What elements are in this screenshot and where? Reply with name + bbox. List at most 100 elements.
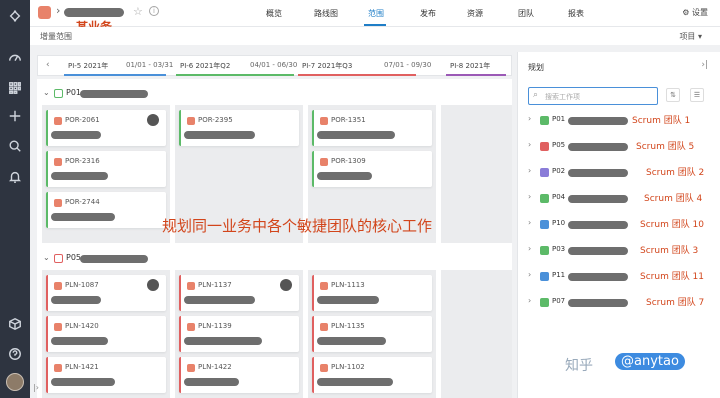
board-annotation: 规划同一业务中各个敏捷团队的核心工作 [162, 217, 433, 235]
search-icon[interactable] [7, 138, 23, 154]
nav-tab[interactable]: 路线图 [314, 8, 338, 19]
chevron-right-icon[interactable]: › [528, 140, 531, 149]
section-code: P01 [66, 88, 82, 97]
work-item-card[interactable]: POR-1351 [312, 110, 432, 146]
work-item-id: PLN-1421 [65, 363, 99, 371]
work-item-card[interactable]: POR-2061 [46, 110, 166, 146]
increment-name[interactable]: PI-6 2021年Q2 [180, 61, 230, 71]
team-tag-icon [540, 272, 549, 281]
work-item-card[interactable]: PLN-1422 [179, 357, 299, 393]
assignee-avatar[interactable] [147, 114, 159, 126]
chevron-right-icon[interactable]: › [528, 244, 531, 253]
nav-tab[interactable]: 范围 [368, 8, 384, 19]
card-accent-bar [46, 151, 48, 187]
chevron-right-icon[interactable]: › [528, 114, 531, 123]
work-item-title-redacted [51, 378, 115, 386]
project-badge-icon[interactable] [38, 6, 51, 19]
team-list-item[interactable]: › P10 Scrum 团队 10 [528, 215, 713, 235]
nav-tab[interactable]: 发布 [420, 8, 436, 19]
team-list-item[interactable]: › P07 Scrum 团队 7 [528, 293, 713, 313]
chevron-right-icon[interactable]: › [528, 192, 531, 201]
timeline-prev-icon[interactable]: ‹ [46, 60, 50, 70]
expand-rail-icon[interactable]: |› [33, 383, 39, 392]
work-item-id: PLN-1139 [198, 322, 232, 330]
panel-search-input[interactable]: ⌕ 搜索工作项 [528, 87, 658, 105]
dashboard-icon[interactable] [7, 50, 23, 66]
work-item-card[interactable]: PLN-1137 [179, 275, 299, 311]
work-item-title-redacted [317, 131, 395, 139]
work-item-card[interactable]: PLN-1087 [46, 275, 166, 311]
work-item-card[interactable]: POR-1309 [312, 151, 432, 187]
team-list-item[interactable]: › P03 Scrum 团队 3 [528, 241, 713, 261]
chevron-down-icon[interactable]: ⌄ [43, 253, 50, 262]
card-accent-bar [312, 357, 314, 393]
work-item-id: PLN-1422 [198, 363, 232, 371]
logo-icon[interactable] [7, 8, 23, 24]
team-code: P01 [552, 115, 566, 123]
work-item-card[interactable]: PLN-1135 [312, 316, 432, 352]
work-item-card[interactable]: PLN-1113 [312, 275, 432, 311]
team-list-item[interactable]: › P11 Scrum 团队 11 [528, 267, 713, 287]
work-item-id: PLN-1087 [65, 281, 99, 289]
work-item-id: PLN-1102 [331, 363, 365, 371]
chevron-right-icon[interactable]: › [528, 270, 531, 279]
assignee-avatar[interactable] [147, 279, 159, 291]
project-name-redacted[interactable] [64, 8, 124, 17]
user-avatar[interactable] [6, 373, 24, 391]
star-icon[interactable]: ☆ [133, 5, 143, 18]
items-dropdown[interactable]: 项目 ▾ [679, 31, 702, 42]
chevron-down-icon[interactable]: ⌄ [43, 88, 50, 97]
increment-name[interactable]: PI-5 2021年 [68, 61, 108, 71]
team-code: P10 [552, 219, 566, 227]
help-icon[interactable] [7, 346, 23, 362]
nav-tab[interactable]: 概览 [266, 8, 282, 19]
work-item-type-icon [320, 158, 328, 166]
add-icon[interactable] [7, 108, 23, 124]
apps-grid-icon[interactable] [7, 80, 23, 96]
card-accent-bar [179, 110, 181, 146]
team-list-item[interactable]: › P04 Scrum 团队 4 [528, 189, 713, 209]
work-item-card[interactable]: POR-2395 [179, 110, 299, 146]
work-item-card[interactable]: PLN-1102 [312, 357, 432, 393]
info-icon[interactable]: i [149, 6, 159, 16]
cube-icon[interactable] [7, 316, 23, 332]
team-name-redacted [568, 117, 628, 125]
work-item-id: PLN-1135 [331, 322, 365, 330]
team-list-item[interactable]: › P02 Scrum 团队 2 [528, 163, 713, 183]
notification-bell-icon[interactable] [7, 169, 23, 185]
filter-settings-button[interactable]: ☰ [690, 88, 704, 102]
panel-collapse-icon[interactable]: ›| [701, 60, 708, 70]
section-header[interactable]: ⌄ P05 [37, 250, 512, 268]
work-item-type-icon [320, 323, 328, 331]
team-name-redacted [568, 195, 628, 203]
settings-button[interactable]: ⚙ 设置 [682, 7, 708, 18]
work-item-card[interactable]: POR-2316 [46, 151, 166, 187]
work-item-card[interactable]: POR-2744 [46, 192, 166, 228]
team-list-item[interactable]: › P01 Scrum 团队 1 [528, 111, 713, 131]
board-column [441, 105, 512, 243]
work-item-title-redacted [184, 131, 255, 139]
work-item-title-redacted [51, 296, 101, 304]
nav-tab[interactable]: 报表 [568, 8, 584, 19]
assignee-avatar[interactable] [280, 279, 292, 291]
nav-tab[interactable]: 团队 [518, 8, 534, 19]
watermark-text: 知乎 [565, 358, 593, 374]
work-item-card[interactable]: PLN-1420 [46, 316, 166, 352]
work-item-title-redacted [317, 337, 386, 345]
nav-tab[interactable]: 资源 [467, 8, 483, 19]
increment-name[interactable]: PI-7 2021年Q3 [302, 61, 352, 71]
sort-button[interactable]: ⇅ [666, 88, 680, 102]
section-header[interactable]: ⌄ P01 [37, 85, 512, 103]
team-list-item[interactable]: › P05 Scrum 团队 5 [528, 137, 713, 157]
chevron-right-icon[interactable]: › [528, 166, 531, 175]
increment-color-bar [298, 74, 416, 76]
work-item-card[interactable]: PLN-1421 [46, 357, 166, 393]
work-item-id: PLN-1113 [331, 281, 365, 289]
chevron-right-icon[interactable]: › [528, 218, 531, 227]
work-item-card[interactable]: PLN-1139 [179, 316, 299, 352]
search-icon: ⌕ [533, 90, 539, 100]
team-tag-icon [540, 194, 549, 203]
chevron-right-icon[interactable]: › [528, 296, 531, 305]
team-name-redacted [568, 247, 628, 255]
increment-name[interactable]: PI-8 2021年 [450, 61, 490, 71]
